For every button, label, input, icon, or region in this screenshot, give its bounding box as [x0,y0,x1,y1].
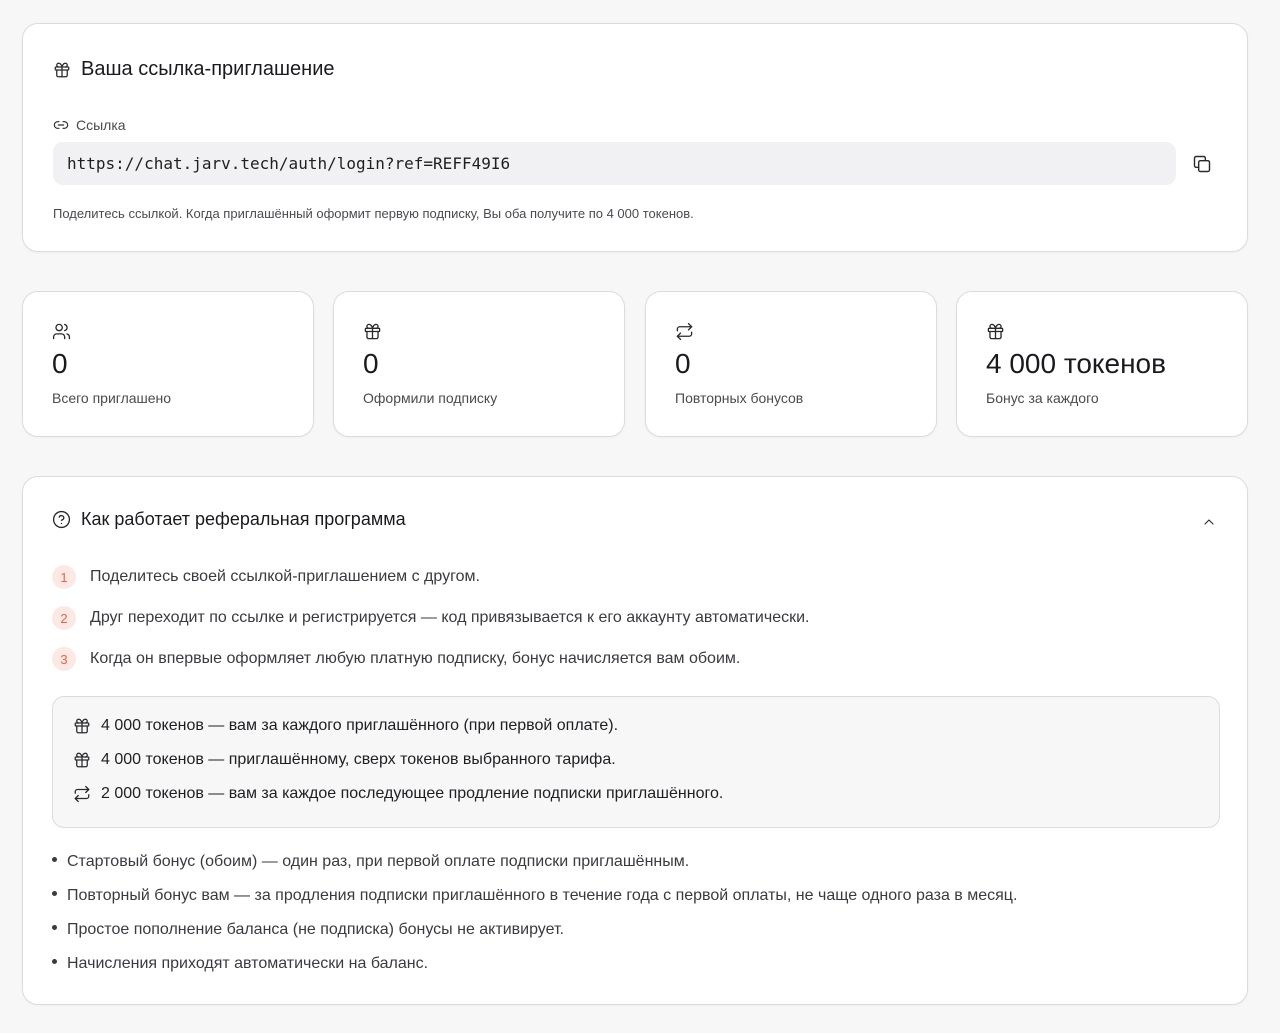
invite-description: Поделитесь ссылкой. Когда приглашённый о… [53,206,694,221]
step-number: 3 [52,647,76,671]
gift-icon [363,322,382,341]
note-text: Стартовый бонус (обоим) — один раз, при … [67,853,690,870]
bullet [52,959,57,964]
note-item: Простое пополнение баланса (не подписка)… [52,921,564,939]
bonus-text: 4 000 токенов — приглашённому, сверх ток… [101,751,616,768]
gift-icon [73,751,91,769]
step-item: 3 Когда он впервые оформляет любую платн… [52,647,740,671]
gift-icon [73,717,91,735]
note-text: Повторный бонус вам — за продления подпи… [67,887,1018,904]
how-it-works-card: Как работает реферальная программа 1 Под… [22,476,1248,1005]
stat-label: Всего приглашено [52,390,172,406]
step-number: 1 [52,565,76,589]
copy-button[interactable] [1189,151,1215,177]
note-text: Начисления приходят автоматически на бал… [67,955,429,972]
invite-title-row: Ваша ссылка-приглашение [53,58,335,81]
stat-value: 0 [675,348,691,379]
bullet [52,925,57,930]
note-item: Стартовый бонус (обоим) — один раз, при … [52,853,689,871]
bonus-text: 2 000 токенов — вам за каждое последующе… [101,785,724,802]
repeat-icon [675,322,694,341]
invite-card: Ваша ссылка-приглашение Ссылка https://c… [22,23,1248,252]
link-label: Ссылка [76,117,126,133]
step-item: 1 Поделитесь своей ссылкой-приглашением … [52,565,480,589]
note-item: Повторный бонус вам — за продления подпи… [52,887,1017,905]
invite-link-text[interactable]: https://chat.jarv.tech/auth/login?ref=RE… [67,154,510,173]
copy-icon[interactable] [1192,154,1212,174]
step-text: Друг переходит по ссылке и регистрируетс… [90,609,810,626]
link-icon [53,117,69,133]
repeat-icon [73,785,91,803]
step-number: 2 [52,606,76,630]
gift-icon [53,61,71,79]
step-text: Когда он впервые оформляет любую платную… [90,650,741,667]
stat-value: 0 [363,348,379,379]
stat-value: 4 000 токенов [986,348,1166,379]
stat-card-repeat-bonuses: 0 Повторных бонусов [645,291,937,437]
chevron-up-icon[interactable] [1201,514,1217,530]
bonus-row: 4 000 токенов — вам за каждого приглашён… [73,717,618,735]
stat-card-bonus-each: 4 000 токенов Бонус за каждого [956,291,1248,437]
stat-label: Бонус за каждого [986,390,1099,406]
bullet [52,857,57,862]
note-text: Простое пополнение баланса (не подписка)… [67,921,564,938]
link-label-row: Ссылка [53,117,126,133]
how-it-works-title: Как работает реферальная программа [81,509,406,529]
collapse-button[interactable] [1198,511,1220,533]
users-icon [52,322,71,341]
stat-card-total-invited: 0 Всего приглашено [22,291,314,437]
help-circle-icon [52,510,71,529]
stat-label: Оформили подписку [363,390,498,406]
step-text: Поделитесь своей ссылкой-приглашением с … [90,568,480,585]
bullet [52,891,57,896]
bonus-text: 4 000 токенов — вам за каждого приглашён… [101,717,619,734]
note-item: Начисления приходят автоматически на бал… [52,955,428,973]
stat-label: Повторных бонусов [675,390,804,406]
gift-icon [986,322,1005,341]
invite-link-field[interactable]: https://chat.jarv.tech/auth/login?ref=RE… [53,142,1176,185]
bonus-row: 4 000 токенов — приглашённому, сверх ток… [73,751,616,769]
stat-value: 0 [52,348,68,379]
step-item: 2 Друг переходит по ссылке и регистрируе… [52,606,809,630]
invite-title: Ваша ссылка-приглашение [81,58,335,80]
how-it-works-header[interactable]: Как работает реферальная программа [52,509,406,530]
bonus-row: 2 000 токенов — вам за каждое последующе… [73,785,723,803]
bonus-summary-box: 4 000 токенов — вам за каждого приглашён… [52,696,1220,828]
stat-card-subscribed: 0 Оформили подписку [333,291,625,437]
